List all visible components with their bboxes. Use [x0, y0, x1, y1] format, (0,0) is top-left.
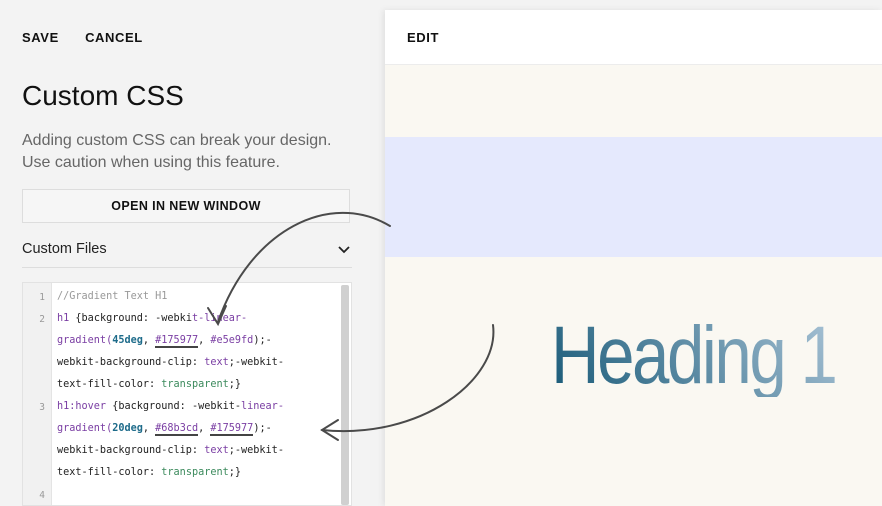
css-editor-panel: SAVE CANCEL Custom CSS Adding custom CSS…	[0, 0, 385, 506]
code-line: text-fill-color: transparent;}	[57, 379, 242, 390]
code-line: webkit-background-clip: text;-webkit-	[57, 357, 284, 368]
line-number: 4	[39, 490, 45, 501]
code-line: webkit-background-clip: text;-webkit-	[57, 445, 284, 456]
color-value-underlined: #68b3cd	[155, 423, 199, 436]
custom-files-label: Custom Files	[22, 240, 107, 257]
code-line: gradient(45deg, #175977, #e5e9fd);-	[57, 335, 272, 348]
warning-description: Adding custom CSS can break your design.…	[22, 132, 332, 171]
panel-toolbar: SAVE CANCEL	[22, 30, 165, 45]
custom-files-dropdown[interactable]: Custom Files	[22, 230, 352, 268]
line-number: 1	[39, 292, 45, 303]
open-in-new-window-button[interactable]: OPEN IN NEW WINDOW	[22, 189, 350, 223]
site-preview: EDIT Heading 1	[385, 10, 882, 506]
color-value-underlined: #175977	[155, 335, 199, 348]
page-title: Custom CSS	[22, 80, 184, 111]
save-button[interactable]: SAVE	[22, 30, 59, 45]
color-band-section	[385, 137, 882, 257]
code-editor[interactable]: 1 2 3 4 //Gradient Text H1 h1 {backgroun…	[22, 282, 352, 506]
edit-button[interactable]: EDIT	[407, 30, 439, 45]
color-value-underlined: #175977	[210, 423, 254, 436]
preview-header: EDIT	[385, 10, 882, 65]
line-number: 3	[39, 402, 45, 413]
code-line: h1 {background: -webkit-linear-	[57, 313, 248, 324]
code-comment: //Gradient Text H1	[57, 291, 168, 302]
preview-heading[interactable]: Heading 1	[551, 315, 838, 397]
code-line: text-fill-color: transparent;}	[57, 467, 242, 478]
line-number: 2	[39, 314, 45, 325]
chevron-down-icon[interactable]	[336, 241, 352, 257]
code-line: gradient(20deg, #68b3cd, #175977);-	[57, 423, 272, 436]
line-number-gutter: 1 2 3 4	[23, 283, 52, 505]
cancel-button[interactable]: CANCEL	[85, 30, 143, 45]
code-line: h1:hover {background: -webkit-linear-	[57, 401, 284, 412]
editor-scrollbar[interactable]	[341, 285, 349, 505]
